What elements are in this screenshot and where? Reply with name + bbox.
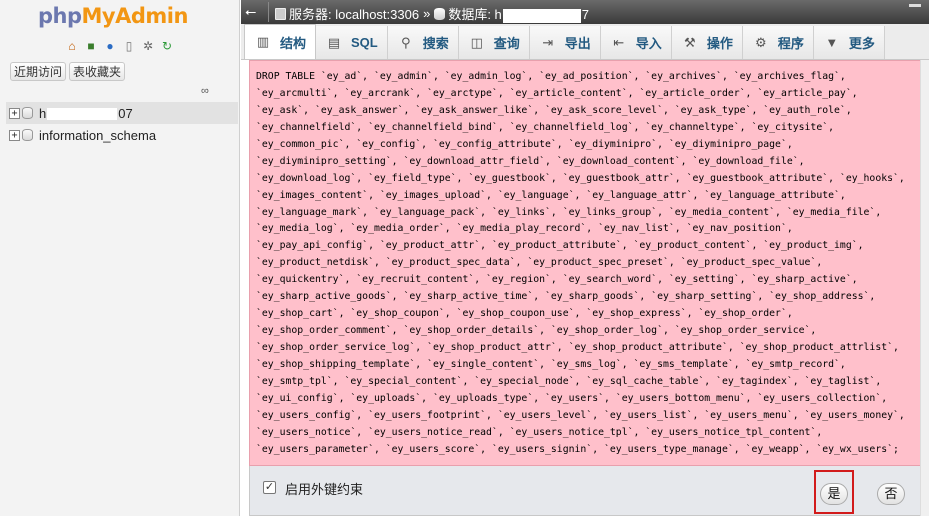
main-tabs: ▥ 结构 ▤ SQL ⚲ 搜索 ◫ 查询 ⇥ 导出 ⇤ 导入 ⚒ 操作 ⚙ 程序 ▼ 更多 <box>241 24 929 60</box>
sql-line: `ey_users_notice`, `ey_users_notice_read… <box>256 426 823 438</box>
server-icon <box>275 7 286 20</box>
sql-line: `ey_shop_shipping_template`, `ey_single_… <box>256 358 846 370</box>
sql-line: `ey_ui_config`, `ey_uploads`, `ey_upload… <box>256 392 888 404</box>
tab-query[interactable]: ◫ 查询 <box>458 26 530 59</box>
breadcrumb-bar: ⭠ 服务器: localhost:3306 » 数据库: h7 <box>241 0 929 24</box>
database-tree: + h 07 + information_schema <box>6 102 238 146</box>
sql-icon: ▤ <box>327 34 341 50</box>
back-arrow-icon[interactable]: ⭠ <box>245 2 263 20</box>
expand-icon[interactable]: + <box>9 129 20 141</box>
sql-line: `ey_diyminipro_setting`, `ey_download_at… <box>256 155 805 167</box>
sql-line: DROP TABLE `ey_ad`, `ey_admin`, `ey_admi… <box>256 71 846 82</box>
sql-line: `ey_pay_api_config`, `ey_product_attr`, … <box>256 240 864 252</box>
tree-item-label[interactable]: information_schema <box>39 128 156 143</box>
tab-search[interactable]: ⚲ 搜索 <box>387 26 459 59</box>
sql-line: `ey_shop_order_comment`, `ey_shop_order_… <box>256 325 817 337</box>
settings-icon[interactable]: ✲ <box>140 38 156 54</box>
sql-line: `ey_common_pic`, `ey_config`, `ey_config… <box>256 138 793 150</box>
tab-sql[interactable]: ▤ SQL <box>316 26 388 59</box>
nav-buttons: 近期访问 表收藏夹 <box>10 62 126 81</box>
tab-routines[interactable]: ⚙ 程序 <box>742 26 814 59</box>
sql-line: `ey_users_config`, `ey_users_footprint`,… <box>256 409 905 421</box>
structure-icon: ▥ <box>256 34 270 49</box>
sql-line: `ey_users_parameter`, `ey_users_score`, … <box>256 443 899 455</box>
foreign-key-checkbox[interactable]: ✓ <box>263 481 276 494</box>
sql-line: `ey_arcmulti`, `ey_arcrank`, `ey_arctype… <box>256 87 858 99</box>
yes-button[interactable]: 是 <box>820 483 848 505</box>
breadcrumb-separator: » <box>423 6 431 21</box>
sql-line: `ey_images_content`, `ey_images_upload`,… <box>256 189 846 201</box>
sql-line: `ey_ask`, `ey_ask_answer`, `ey_ask_answe… <box>256 104 852 116</box>
no-button[interactable]: 否 <box>877 483 905 505</box>
drop-confirmation-box: DROP TABLE `ey_ad`, `ey_admin`, `ey_admi… <box>249 60 921 466</box>
docs-icon[interactable]: ▯ <box>121 38 137 54</box>
tree-item-label[interactable]: h 07 <box>39 106 133 121</box>
tree-item-database[interactable]: + h 07 <box>6 102 238 124</box>
sql-statement: DROP TABLE `ey_ad`, `ey_admin`, `ey_admi… <box>256 69 918 459</box>
routines-icon: ⚙ <box>755 34 767 50</box>
nav-icon-bar: ⌂ ■ ● ▯ ✲ ↻ <box>64 38 175 54</box>
sql-line: `ey_channelfield`, `ey_channelfield_bind… <box>256 121 835 133</box>
tab-import[interactable]: ⇤ 导入 <box>600 26 672 59</box>
more-icon: ▼ <box>825 34 839 50</box>
navigation-panel: phpMyAdmin ⌂ ■ ● ▯ ✲ ↻ 近期访问 表收藏夹 ∞ + h 07… <box>0 0 240 516</box>
query-icon: ◫ <box>470 34 483 50</box>
redacted-mask <box>502 8 581 23</box>
phpmyadmin-logo[interactable]: phpMyAdmin <box>38 4 188 28</box>
favorite-tables-button[interactable]: 表收藏夹 <box>69 62 126 81</box>
tab-operations[interactable]: ⚒ 操作 <box>671 26 743 59</box>
sql-line: `ey_language_mark`, `ey_language_pack`, … <box>256 206 882 218</box>
sql-line: `ey_shop_cart`, `ey_shop_coupon`, `ey_sh… <box>256 308 793 320</box>
tree-item-information-schema[interactable]: + information_schema <box>6 124 238 146</box>
sql-line: `ey_download_log`, `ey_field_type`, `ey_… <box>256 172 905 184</box>
sql-line: `ey_media_log`, `ey_media_order`, `ey_me… <box>256 223 793 235</box>
sql-line: `ey_smtp_tpl`, `ey_special_content`, `ey… <box>256 375 882 387</box>
operations-icon: ⚒ <box>683 34 696 50</box>
tab-more[interactable]: ▼ 更多 <box>813 26 885 59</box>
confirmation-footer: ✓ 启用外键约束 是 否 <box>249 466 921 516</box>
database-icon <box>434 7 446 20</box>
sql-line: `ey_product_netdisk`, `ey_product_spec_d… <box>256 257 823 269</box>
redacted-mask <box>47 108 118 121</box>
tab-export[interactable]: ⇥ 导出 <box>529 26 601 59</box>
sql-line: `ey_sharp_active_goods`, `ey_sharp_activ… <box>256 291 876 303</box>
exit-icon[interactable]: ■ <box>83 38 99 54</box>
collapse-icon[interactable] <box>909 4 921 16</box>
database-icon <box>22 107 33 119</box>
recent-tables-button[interactable]: 近期访问 <box>10 62 67 81</box>
breadcrumb-server[interactable]: 服务器: localhost:3306 <box>289 4 419 23</box>
link-with-main-panel-icon[interactable]: ∞ <box>201 86 215 97</box>
home-icon[interactable]: ⌂ <box>64 38 80 54</box>
reload-icon[interactable]: ↻ <box>159 38 175 54</box>
sql-line: `ey_shop_order_service_log`, `ey_shop_pr… <box>256 342 899 353</box>
tab-structure[interactable]: ▥ 结构 <box>244 24 317 59</box>
vertical-scrollbar[interactable] <box>920 60 929 516</box>
help-icon[interactable]: ● <box>102 38 118 54</box>
breadcrumb: 服务器: localhost:3306 » 数据库: h7 <box>275 4 589 23</box>
export-icon: ⇥ <box>542 34 554 50</box>
breadcrumb-database[interactable]: 数据库: h7 <box>448 4 589 23</box>
sql-line: `ey_quickentry`, `ey_recruit_content`, `… <box>256 274 858 286</box>
import-icon: ⇤ <box>613 34 625 50</box>
database-icon <box>22 129 33 141</box>
divider <box>268 2 269 22</box>
search-icon: ⚲ <box>400 34 411 50</box>
foreign-key-label[interactable]: 启用外键约束 <box>285 479 363 498</box>
expand-icon[interactable]: + <box>9 107 20 119</box>
